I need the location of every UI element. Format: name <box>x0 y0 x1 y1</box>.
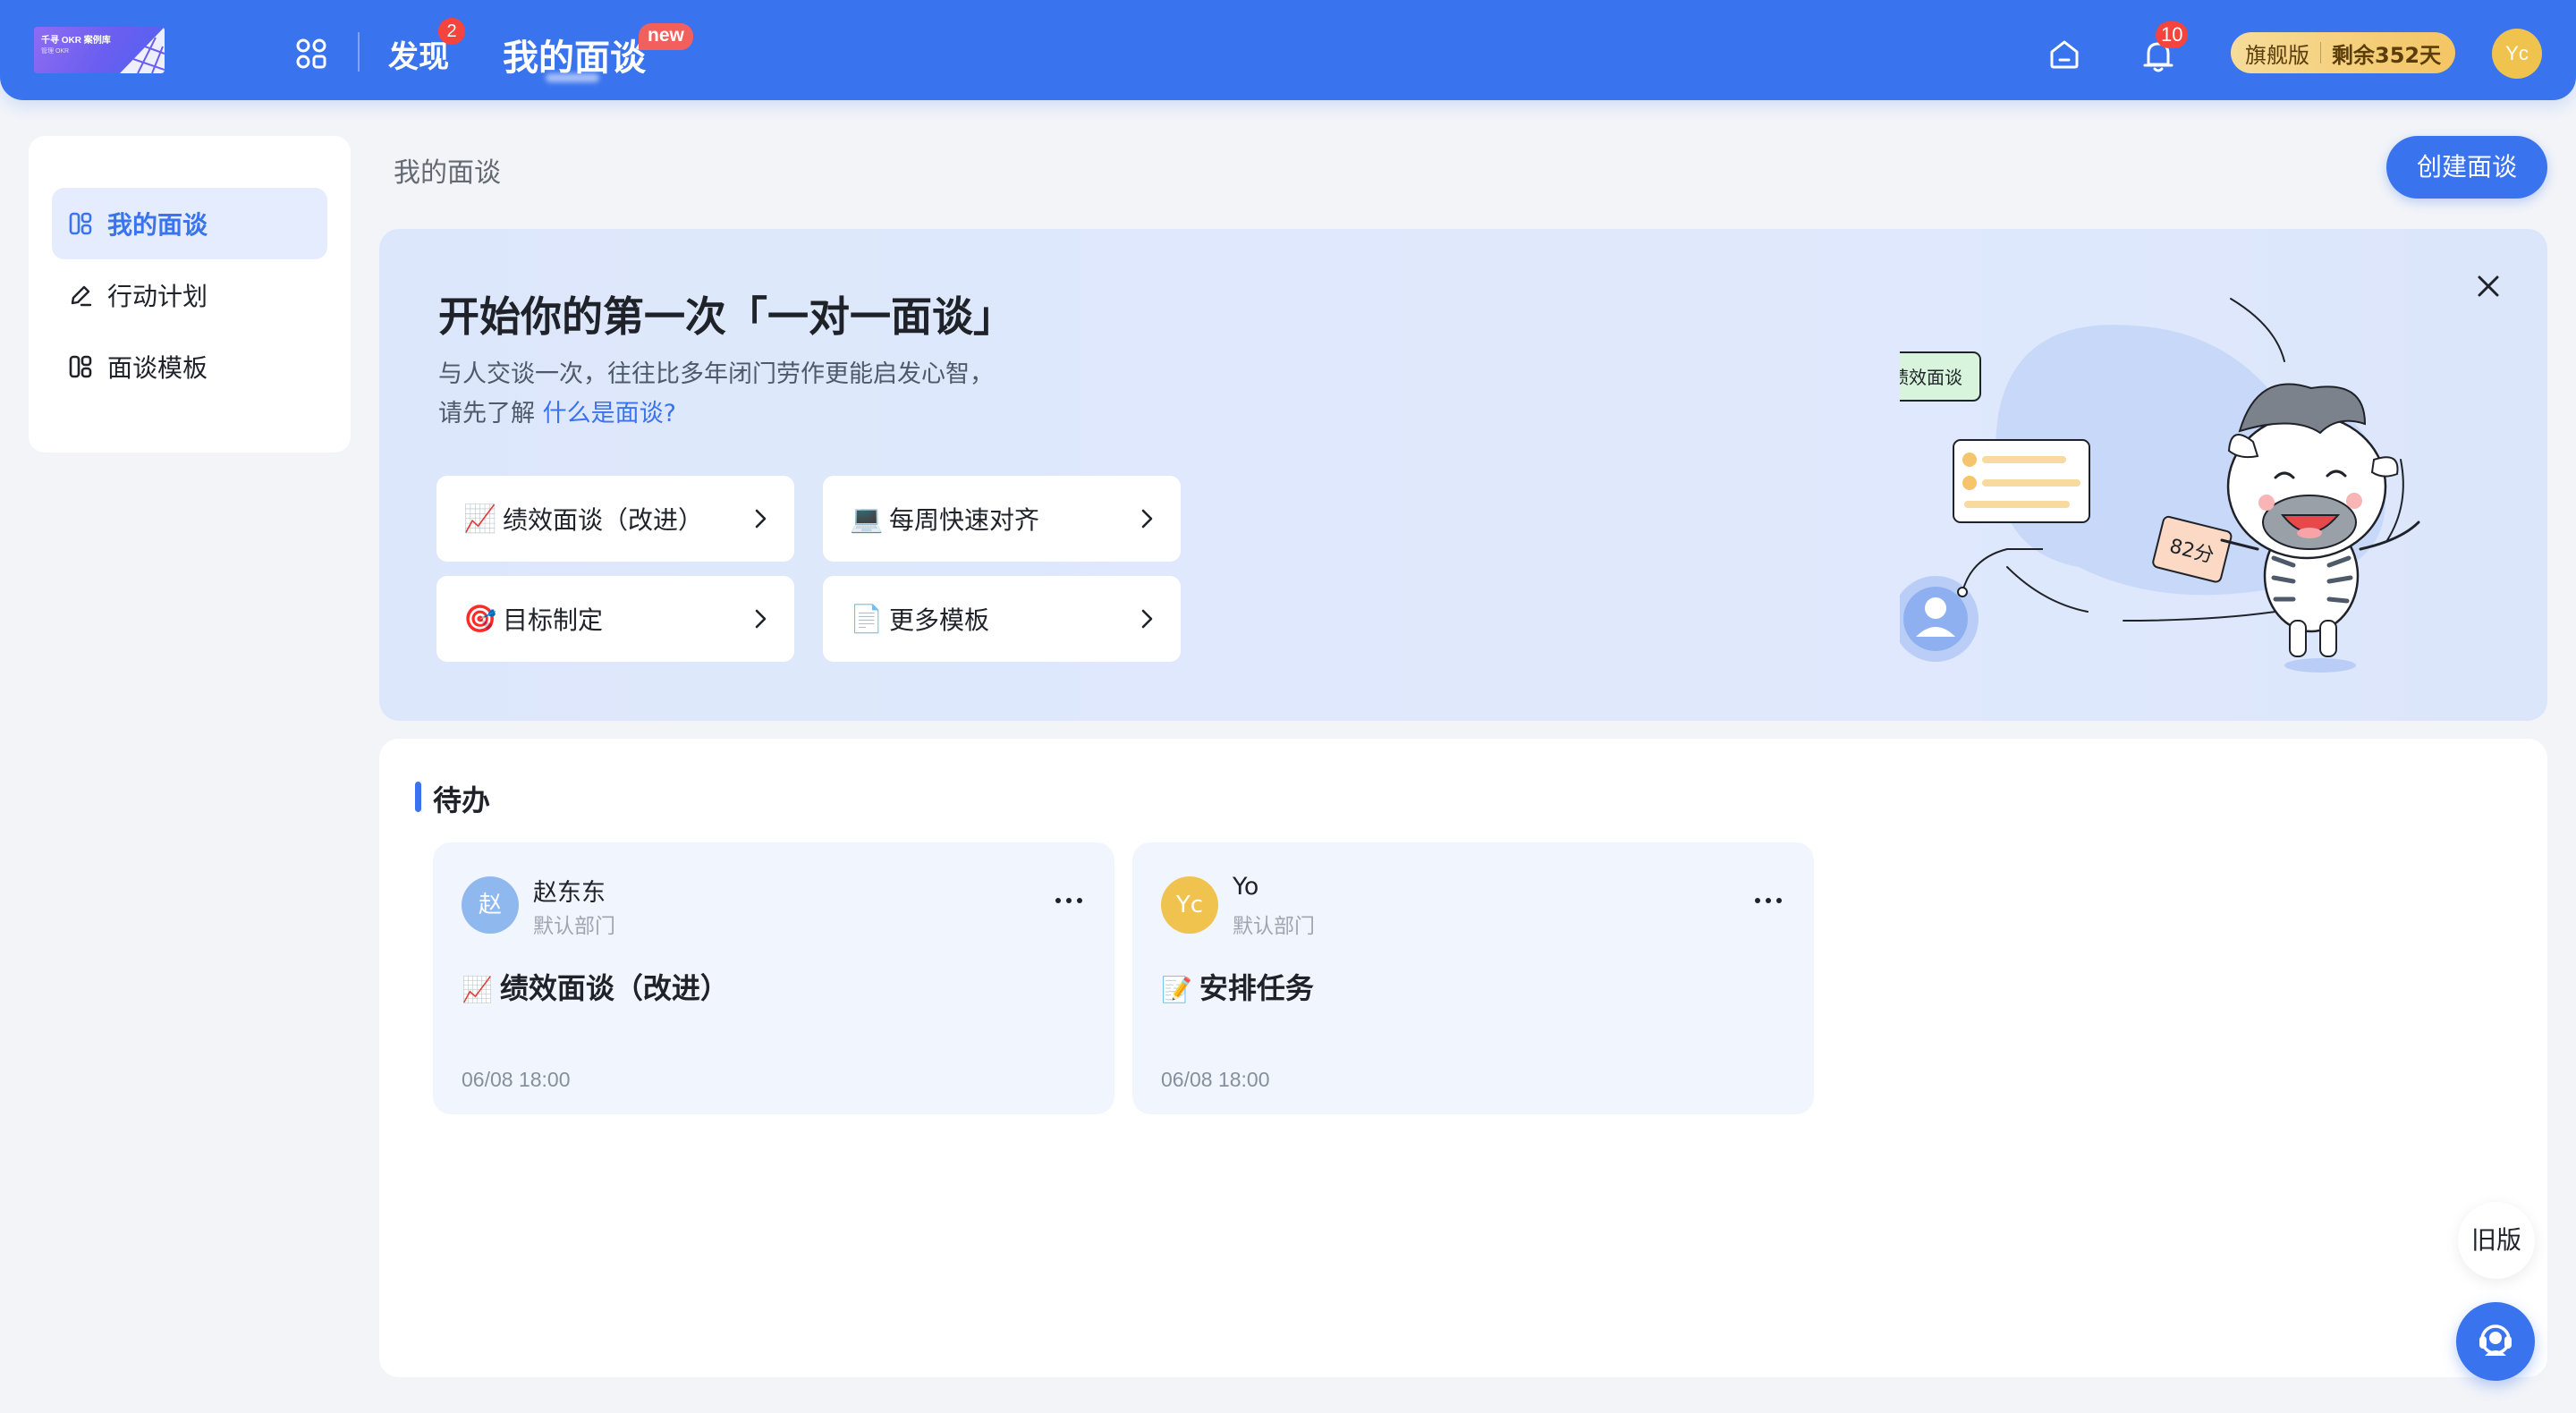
apps-icon[interactable] <box>293 36 329 72</box>
memo-emoji-icon: 📝 <box>1161 975 1192 1004</box>
chevron-right-icon <box>755 609 767 629</box>
task-card[interactable]: 赵 赵东东 默认部门 📈 绩效面谈（改进） 06/08 18:00 <box>433 842 1114 1114</box>
todo-panel: 待办 赵 赵东东 默认部门 📈 绩效面谈（改进） 06/08 18:00 Yc Y… <box>379 739 2547 1377</box>
task-title: 📝 安排任务 <box>1161 966 1314 1007</box>
create-interview-button[interactable]: 创建面谈 <box>2386 136 2547 199</box>
sidebar: 我的面谈 行动计划 面谈模板 <box>29 136 351 453</box>
task-person-name: 赵东东 <box>533 879 606 907</box>
support-agent-icon <box>2479 1324 2512 1356</box>
document-emoji-icon: 📄 <box>850 603 884 635</box>
template-card-label: 目标制定 <box>503 605 604 635</box>
notification-badge: 10 <box>2156 21 2189 48</box>
laptop-emoji-icon: 💻 <box>850 503 884 535</box>
onboarding-banner: 开始你的第一次「一对一面谈」 与人交谈一次，往往比多年闭门劳作更能启发心智， 请… <box>379 229 2547 721</box>
customer-support-button[interactable] <box>2456 1302 2535 1381</box>
page-title: 我的面谈 <box>394 157 501 189</box>
section-marker <box>415 782 421 812</box>
more-options-icon[interactable] <box>1753 896 1784 905</box>
sidebar-item-label: 行动计划 <box>107 282 208 311</box>
task-person-name: Yo <box>1233 873 1259 901</box>
old-version-button[interactable]: 旧版 <box>2458 1202 2535 1279</box>
app-logo[interactable]: 千寻 OKR 案例库 管理 OKR <box>34 27 165 73</box>
task-title-text: 绩效面谈（改进） <box>499 971 729 1005</box>
edition-label: 旗舰版 <box>2245 42 2309 68</box>
template-card-label: 更多模板 <box>889 605 990 635</box>
sidebar-item-label: 面谈模板 <box>107 353 208 383</box>
task-title: 📈 绩效面谈（改进） <box>462 966 729 1007</box>
template-card-label: 每周快速对齐 <box>889 505 1040 535</box>
zebra-mascot <box>2220 383 2420 673</box>
illustration-tag: 绩效面谈 <box>1900 367 1962 388</box>
top-bar: 千寻 OKR 案例库 管理 OKR 发现 2 我的面谈 new 10 旗舰版 剩… <box>0 0 2576 100</box>
sidebar-item-templates[interactable]: 面谈模板 <box>52 331 327 402</box>
task-department: 默认部门 <box>533 915 615 938</box>
zebra-illustration: 绩效面谈 82分 <box>1900 298 2420 673</box>
todo-title: 待办 <box>433 783 491 817</box>
chart-emoji-icon: 📈 <box>462 975 493 1004</box>
target-emoji-icon: 🎯 <box>463 603 497 635</box>
edition-separator <box>2320 42 2321 63</box>
user-avatar[interactable]: Yc <box>2492 29 2542 79</box>
template-card-more[interactable]: 📄 更多模板 <box>823 576 1181 662</box>
nav-active-indicator <box>546 73 599 82</box>
edit-icon <box>71 285 92 307</box>
logo-subtext: 管理 OKR <box>41 48 70 55</box>
sidebar-item-my-interviews[interactable]: 我的面谈 <box>52 188 327 259</box>
task-title-text: 安排任务 <box>1199 971 1314 1005</box>
banner-desc-prefix: 请先了解 <box>438 400 535 427</box>
template-card-weekly-sync[interactable]: 💻 每周快速对齐 <box>823 476 1181 562</box>
chart-emoji-icon: 📈 <box>463 503 497 535</box>
avatar: Yc <box>1161 876 1218 934</box>
discover-badge: 2 <box>438 18 465 45</box>
top-divider <box>358 32 360 72</box>
banner-description: 与人交谈一次，往往比多年闭门劳作更能启发心智， <box>438 360 994 388</box>
interview-icon <box>69 212 92 235</box>
new-badge: new <box>639 23 693 50</box>
task-time: 06/08 18:00 <box>1161 1068 1270 1091</box>
chevron-right-icon <box>1141 609 1153 629</box>
chevron-right-icon <box>1141 509 1153 529</box>
edition-badge[interactable]: 旗舰版 剩余352天 <box>2231 32 2456 73</box>
banner-description-line2: 请先了解 什么是面谈? <box>438 393 676 428</box>
chevron-right-icon <box>755 509 767 529</box>
template-icon <box>69 355 92 378</box>
task-card[interactable]: Yc Yo 默认部门 📝 安排任务 06/08 18:00 <box>1132 842 1814 1114</box>
avatar: 赵 <box>462 876 519 934</box>
home-icon[interactable] <box>2046 36 2082 72</box>
what-is-interview-link[interactable]: 什么是面谈? <box>543 400 676 427</box>
task-department: 默认部门 <box>1233 915 1315 938</box>
sidebar-item-action-plan[interactable]: 行动计划 <box>52 259 327 331</box>
logo-grid-graphic <box>120 27 165 73</box>
edition-remaining: 剩余352天 <box>2332 42 2442 68</box>
template-card-goal-setting[interactable]: 🎯 目标制定 <box>436 576 794 662</box>
banner-title: 开始你的第一次「一对一面谈」 <box>438 292 1014 341</box>
task-time: 06/08 18:00 <box>462 1068 571 1091</box>
more-options-icon[interactable] <box>1054 896 1084 905</box>
template-card-label: 绩效面谈（改进） <box>503 505 704 535</box>
close-icon[interactable] <box>2470 268 2506 304</box>
sidebar-item-label: 我的面谈 <box>107 210 208 240</box>
template-card-performance[interactable]: 📈 绩效面谈（改进） <box>436 476 794 562</box>
